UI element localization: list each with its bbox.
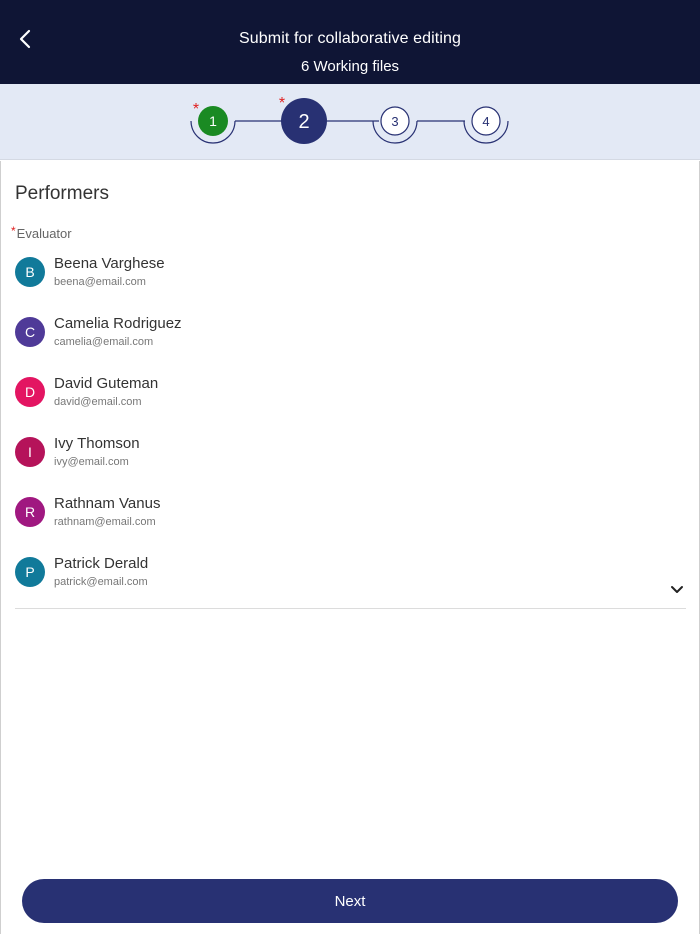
list-item[interactable]: B Beena Varghese beena@email.com bbox=[15, 245, 686, 305]
performer-name: Rathnam Vanus bbox=[54, 495, 161, 512]
step-2-label: 2 bbox=[298, 111, 309, 133]
header-bar: Submit for collaborative editing 6 Worki… bbox=[0, 0, 700, 84]
performer-name: David Guteman bbox=[54, 375, 159, 392]
stepper: 1 * 2 * 3 4 bbox=[0, 84, 700, 160]
avatar: D bbox=[15, 377, 45, 407]
performer-name: Patrick Derald bbox=[54, 555, 149, 572]
step-1[interactable]: 1 * bbox=[190, 101, 236, 144]
step-2[interactable]: 2 * bbox=[279, 95, 327, 144]
performer-name: Beena Varghese bbox=[54, 255, 165, 272]
step-1-required-mark: * bbox=[193, 101, 199, 118]
page-subtitle: 6 Working files bbox=[300, 58, 400, 75]
section-title: Performers bbox=[15, 183, 109, 204]
avatar: R bbox=[15, 497, 45, 527]
divider bbox=[15, 608, 686, 609]
performer-name: Camelia Rodriguez bbox=[54, 315, 182, 332]
list-item[interactable]: R Rathnam Vanus rathnam@email.com bbox=[15, 485, 686, 545]
step-4[interactable]: 4 bbox=[463, 106, 509, 144]
chevron-down-icon[interactable] bbox=[669, 584, 685, 596]
step-2-required-mark: * bbox=[279, 95, 285, 112]
next-button[interactable]: Next bbox=[22, 879, 678, 923]
list-item[interactable]: P Patrick Derald patrick@email.com bbox=[15, 545, 686, 605]
page-title: Submit for collaborative editing bbox=[239, 30, 461, 47]
performer-email: patrick@email.com bbox=[54, 576, 148, 588]
performer-email: ivy@email.com bbox=[54, 456, 129, 468]
avatar: B bbox=[15, 257, 45, 287]
stepper-track: 1 * 2 * 3 4 bbox=[190, 95, 509, 144]
avatar: P bbox=[15, 557, 45, 587]
performer-email: beena@email.com bbox=[54, 276, 146, 288]
list-item[interactable]: I Ivy Thomson ivy@email.com bbox=[15, 425, 686, 485]
performer-email: camelia@email.com bbox=[54, 336, 154, 348]
required-mark: * bbox=[11, 224, 16, 238]
evaluator-label: *Evaluator bbox=[11, 224, 72, 241]
performers-panel: Performers *Evaluator B Beena Varghese b… bbox=[0, 161, 700, 934]
step-3[interactable]: 3 bbox=[372, 106, 418, 144]
performer-email: rathnam@email.com bbox=[54, 516, 156, 528]
performer-email: david@email.com bbox=[54, 396, 142, 408]
avatar: C bbox=[15, 317, 45, 347]
step-4-label: 4 bbox=[482, 114, 489, 129]
evaluator-label-text: Evaluator bbox=[16, 226, 72, 241]
list-item[interactable]: D David Guteman david@email.com bbox=[15, 365, 686, 425]
performer-name: Ivy Thomson bbox=[54, 435, 140, 452]
step-3-label: 3 bbox=[391, 114, 398, 129]
step-1-label: 1 bbox=[209, 113, 217, 129]
list-item[interactable]: C Camelia Rodriguez camelia@email.com bbox=[15, 305, 686, 365]
performer-list: B Beena Varghese beena@email.com C Camel… bbox=[15, 245, 686, 605]
avatar: I bbox=[15, 437, 45, 467]
